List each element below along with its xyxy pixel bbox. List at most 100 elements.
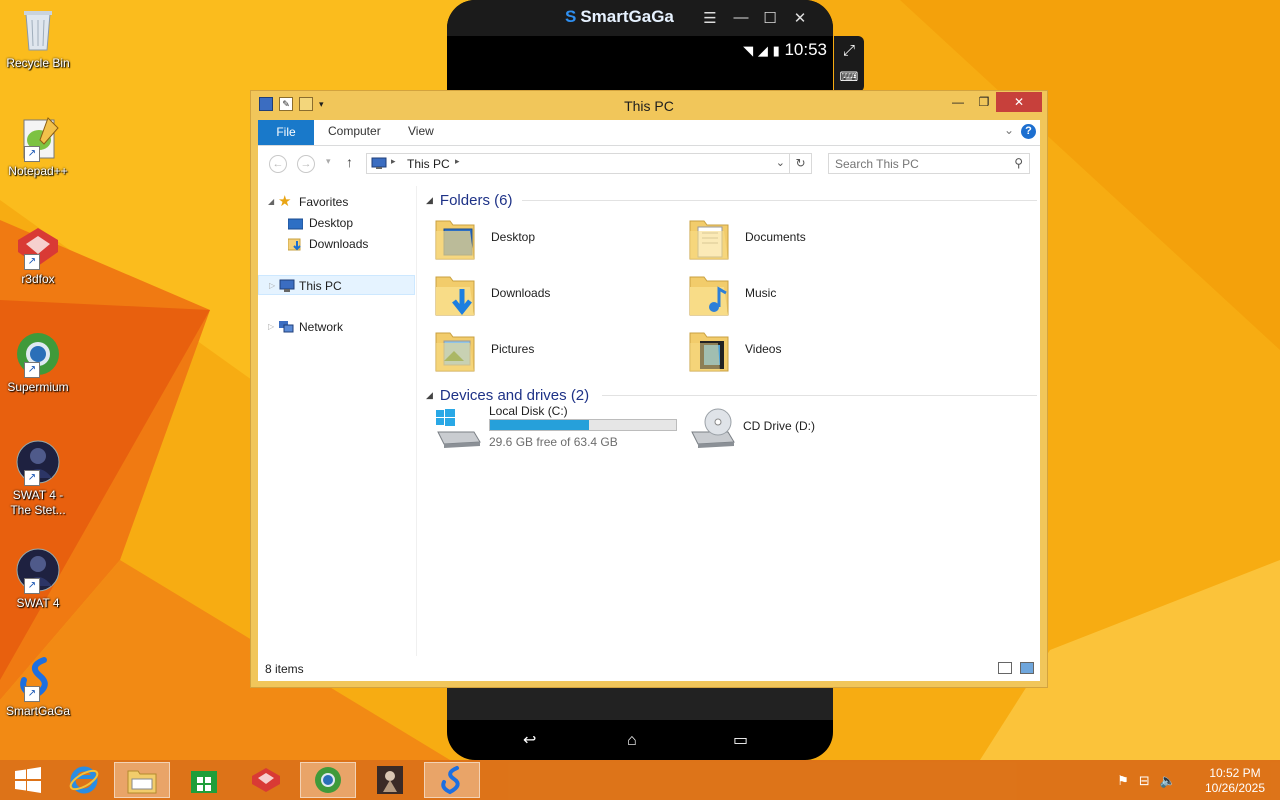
desktop-icon-notepadpp[interactable]: ↗ Notepad++ — [2, 114, 74, 179]
up-button[interactable]: ↑ — [346, 154, 353, 170]
smartgaga-logo-icon: S — [565, 7, 577, 26]
collapse-arrow-icon[interactable]: ◢ — [426, 195, 433, 205]
drive-local-disk-c[interactable]: Local Disk (C:) 29.6 GB free of 63.4 GB — [434, 404, 684, 456]
folder-videos[interactable]: Videos — [688, 327, 938, 379]
taskbar-clock[interactable]: 10:52 PM 10/26/2025 — [1200, 766, 1270, 796]
internet-explorer-icon — [69, 766, 99, 794]
shortcut-arrow-icon: ↗ — [24, 362, 40, 378]
desktop-icon-label: SmartGaGa — [5, 704, 71, 718]
explorer-body: File Computer View ⌄ ? ← → ▾ ↑ ▸ This PC… — [258, 120, 1040, 681]
back-button[interactable]: ← — [269, 155, 287, 173]
drive-d-name: CD Drive (D:) — [743, 419, 815, 433]
refresh-button[interactable]: ↻ — [790, 153, 812, 174]
recycle-bin-icon — [14, 6, 62, 54]
desktop-icon-smartgaga[interactable]: ↗ SmartGaGa — [2, 654, 74, 719]
close-icon[interactable]: ✕ — [790, 9, 810, 27]
smartgaga-icon: ↗ — [14, 654, 62, 702]
taskbar-r3dfox[interactable] — [238, 762, 294, 798]
store-icon — [191, 771, 217, 793]
nav-desktop[interactable]: Desktop — [258, 213, 415, 233]
taskbar-smartgaga[interactable] — [424, 762, 480, 798]
menu-icon[interactable]: ☰ — [700, 9, 720, 27]
home-icon[interactable]: ⌂ — [627, 732, 637, 750]
fullscreen-icon[interactable]: ⤢ — [834, 42, 864, 59]
supermium-icon — [315, 767, 341, 793]
expand-arrow-icon[interactable]: ▷ — [269, 276, 275, 296]
network-status-icon[interactable]: ⊟ — [1139, 773, 1150, 789]
recent-locations-icon[interactable]: ▾ — [326, 156, 331, 167]
desktop-icon-swat4-stet[interactable]: ↗ SWAT 4 - The Stet... — [2, 438, 74, 518]
expand-ribbon-icon[interactable]: ⌄ — [1004, 123, 1014, 137]
maximize-icon[interactable]: ☐ — [760, 9, 780, 27]
folder-documents[interactable]: Documents — [688, 215, 938, 267]
window-title: This PC — [624, 98, 674, 114]
large-icons-view-icon[interactable] — [1020, 662, 1034, 674]
folder-pictures[interactable]: Pictures — [434, 327, 684, 379]
back-icon[interactable]: ↩ — [523, 730, 536, 750]
maximize-button[interactable]: ❐ — [970, 92, 998, 112]
desktop-icon-recycle-bin[interactable]: Recycle Bin — [2, 6, 74, 71]
refresh-icon: ↻ — [795, 156, 806, 170]
minimize-button[interactable]: — — [944, 92, 972, 112]
action-center-icon[interactable]: ⚑ — [1117, 773, 1129, 789]
breadcrumb-this-pc[interactable]: This PC — [407, 157, 450, 171]
swat4-game-icon — [377, 766, 403, 794]
taskbar-swat4[interactable] — [362, 762, 418, 798]
expand-arrow-icon[interactable]: ▷ — [268, 317, 274, 337]
address-bar[interactable]: ▸ This PC ▸ ⌄ — [366, 153, 790, 174]
taskbar-file-explorer[interactable] — [114, 762, 170, 798]
folder-music[interactable]: Music — [688, 271, 938, 323]
folder-downloads[interactable]: Downloads — [434, 271, 684, 323]
folders-group-header[interactable]: ◢ Folders (6) — [426, 192, 512, 209]
search-icon[interactable]: ⚲ — [1014, 156, 1023, 170]
help-icon[interactable]: ? — [1021, 124, 1036, 139]
collapse-arrow-icon[interactable]: ◢ — [268, 192, 274, 212]
desktop-icon-supermium[interactable]: ↗ Supermium — [2, 330, 74, 395]
taskbar-internet-explorer[interactable] — [56, 762, 112, 798]
details-view-icon[interactable] — [998, 662, 1012, 674]
taskbar-store[interactable] — [176, 762, 232, 798]
window-titlebar[interactable]: ✎ ▾ This PC — ❐ ✕ — [251, 91, 1047, 119]
group-divider — [522, 200, 1037, 201]
keyboard-icon[interactable]: ⌨ — [834, 69, 864, 85]
minimize-icon[interactable]: — — [731, 9, 751, 26]
view-switcher — [998, 662, 1034, 674]
breadcrumb-chevron-icon[interactable]: ▸ — [391, 156, 396, 167]
address-dropdown-icon[interactable]: ⌄ — [776, 156, 785, 169]
desktop-icon-r3dfox[interactable]: ↗ r3dfox — [2, 222, 74, 287]
taskbar: ⚑ ⊟ 🔈 10:52 PM 10/26/2025 — [0, 760, 1280, 800]
content-pane: ◢ Folders (6) Desktop Documents Downloads… — [424, 186, 1040, 656]
taskbar-supermium[interactable] — [300, 762, 356, 798]
search-input[interactable] — [835, 157, 995, 171]
nav-favorites[interactable]: ◢ ★ Favorites — [258, 192, 415, 212]
volume-muted-icon[interactable]: 🔈 — [1160, 773, 1176, 789]
tab-file[interactable]: File — [258, 120, 314, 145]
tab-view[interactable]: View — [408, 124, 434, 138]
clock-time: 10:52 PM — [1209, 766, 1261, 780]
cd-drive-icon — [688, 406, 736, 450]
start-button[interactable] — [0, 762, 56, 798]
emulator-brand: SmartGaGa — [580, 7, 674, 26]
folder-desktop[interactable]: Desktop — [434, 215, 684, 267]
desktop-icon-swat4[interactable]: ↗ SWAT 4 — [2, 546, 74, 611]
forward-button[interactable]: → — [297, 155, 315, 173]
devices-group-header[interactable]: ◢ Devices and drives (2) — [426, 387, 589, 404]
shortcut-arrow-icon: ↗ — [24, 686, 40, 702]
nav-network[interactable]: ▷ Network — [258, 317, 415, 337]
collapse-arrow-icon[interactable]: ◢ — [426, 390, 433, 400]
smartgaga-icon — [441, 766, 460, 795]
recents-icon[interactable]: ▭ — [733, 730, 748, 750]
notepadpp-icon: ↗ — [14, 114, 62, 162]
nav-this-pc[interactable]: ▷ This PC — [258, 275, 415, 295]
close-button[interactable]: ✕ — [996, 92, 1042, 112]
videos-folder-icon — [688, 327, 732, 375]
breadcrumb-chevron-icon[interactable]: ▸ — [455, 156, 460, 167]
nav-downloads[interactable]: Downloads — [258, 234, 415, 254]
tab-computer[interactable]: Computer — [328, 124, 381, 138]
item-count: 8 items — [265, 662, 304, 676]
android-status-bar: ◥ ◢ ▮ 10:53 — [743, 40, 827, 60]
drive-cd-d[interactable]: CD Drive (D:) — [688, 404, 938, 456]
ribbon-tabs: File Computer View ⌄ ? — [258, 120, 1040, 146]
signal-icon: ◢ — [757, 43, 768, 58]
search-box[interactable]: ⚲ — [828, 153, 1030, 174]
